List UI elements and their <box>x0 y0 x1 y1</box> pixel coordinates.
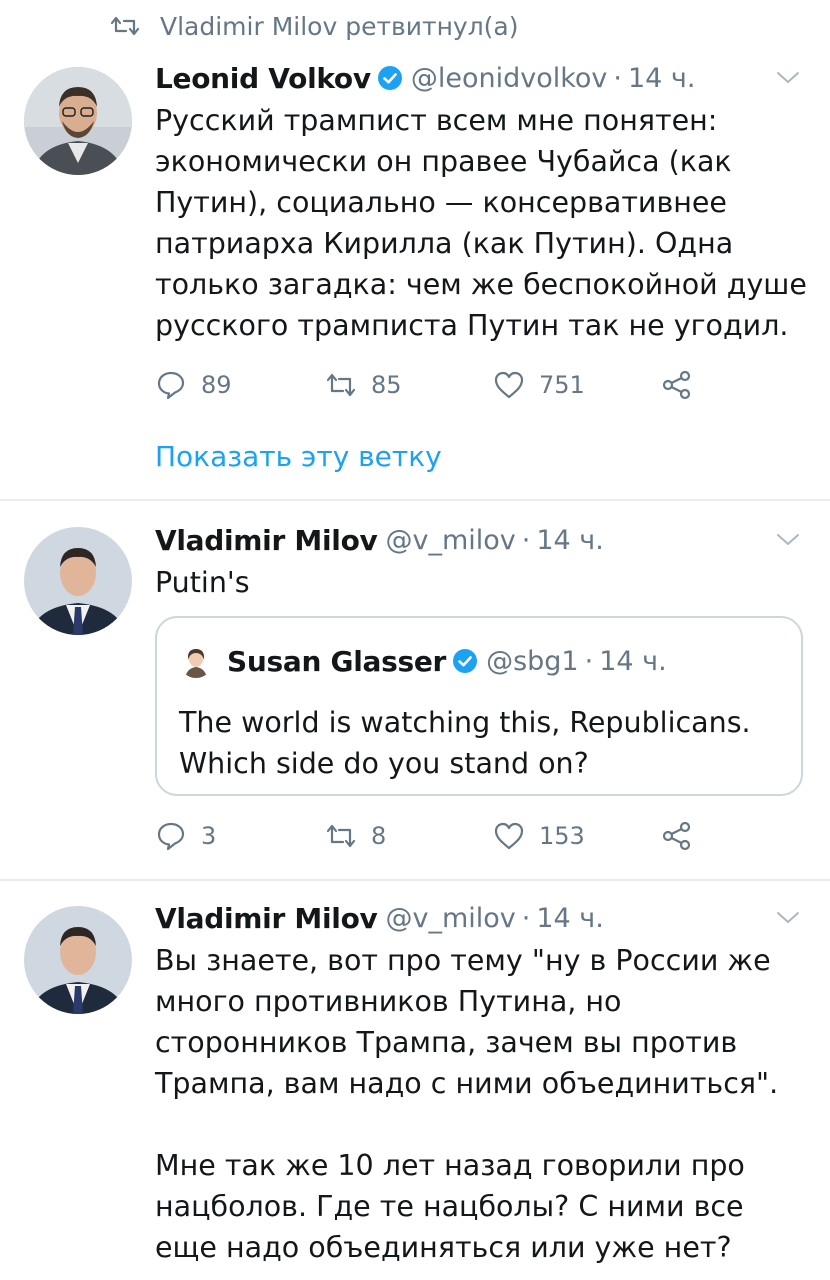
chevron-down-icon[interactable] <box>775 908 801 928</box>
author-handle[interactable]: @v_milov <box>385 903 515 934</box>
avatar[interactable] <box>24 906 132 1014</box>
tweet-header: Vladimir Milov @v_milov · 14 ч. <box>155 898 604 938</box>
tweet-time[interactable]: 14 ч. <box>536 903 603 934</box>
separator-dot: · <box>521 902 531 934</box>
tweet-text: Вы знаете, вот про тему "ну в России же … <box>155 944 779 1264</box>
tweet[interactable]: Vladimir Milov @v_milov · 14 ч. Вы знает… <box>0 0 830 1280</box>
author-name[interactable]: Vladimir Milov <box>155 902 378 935</box>
